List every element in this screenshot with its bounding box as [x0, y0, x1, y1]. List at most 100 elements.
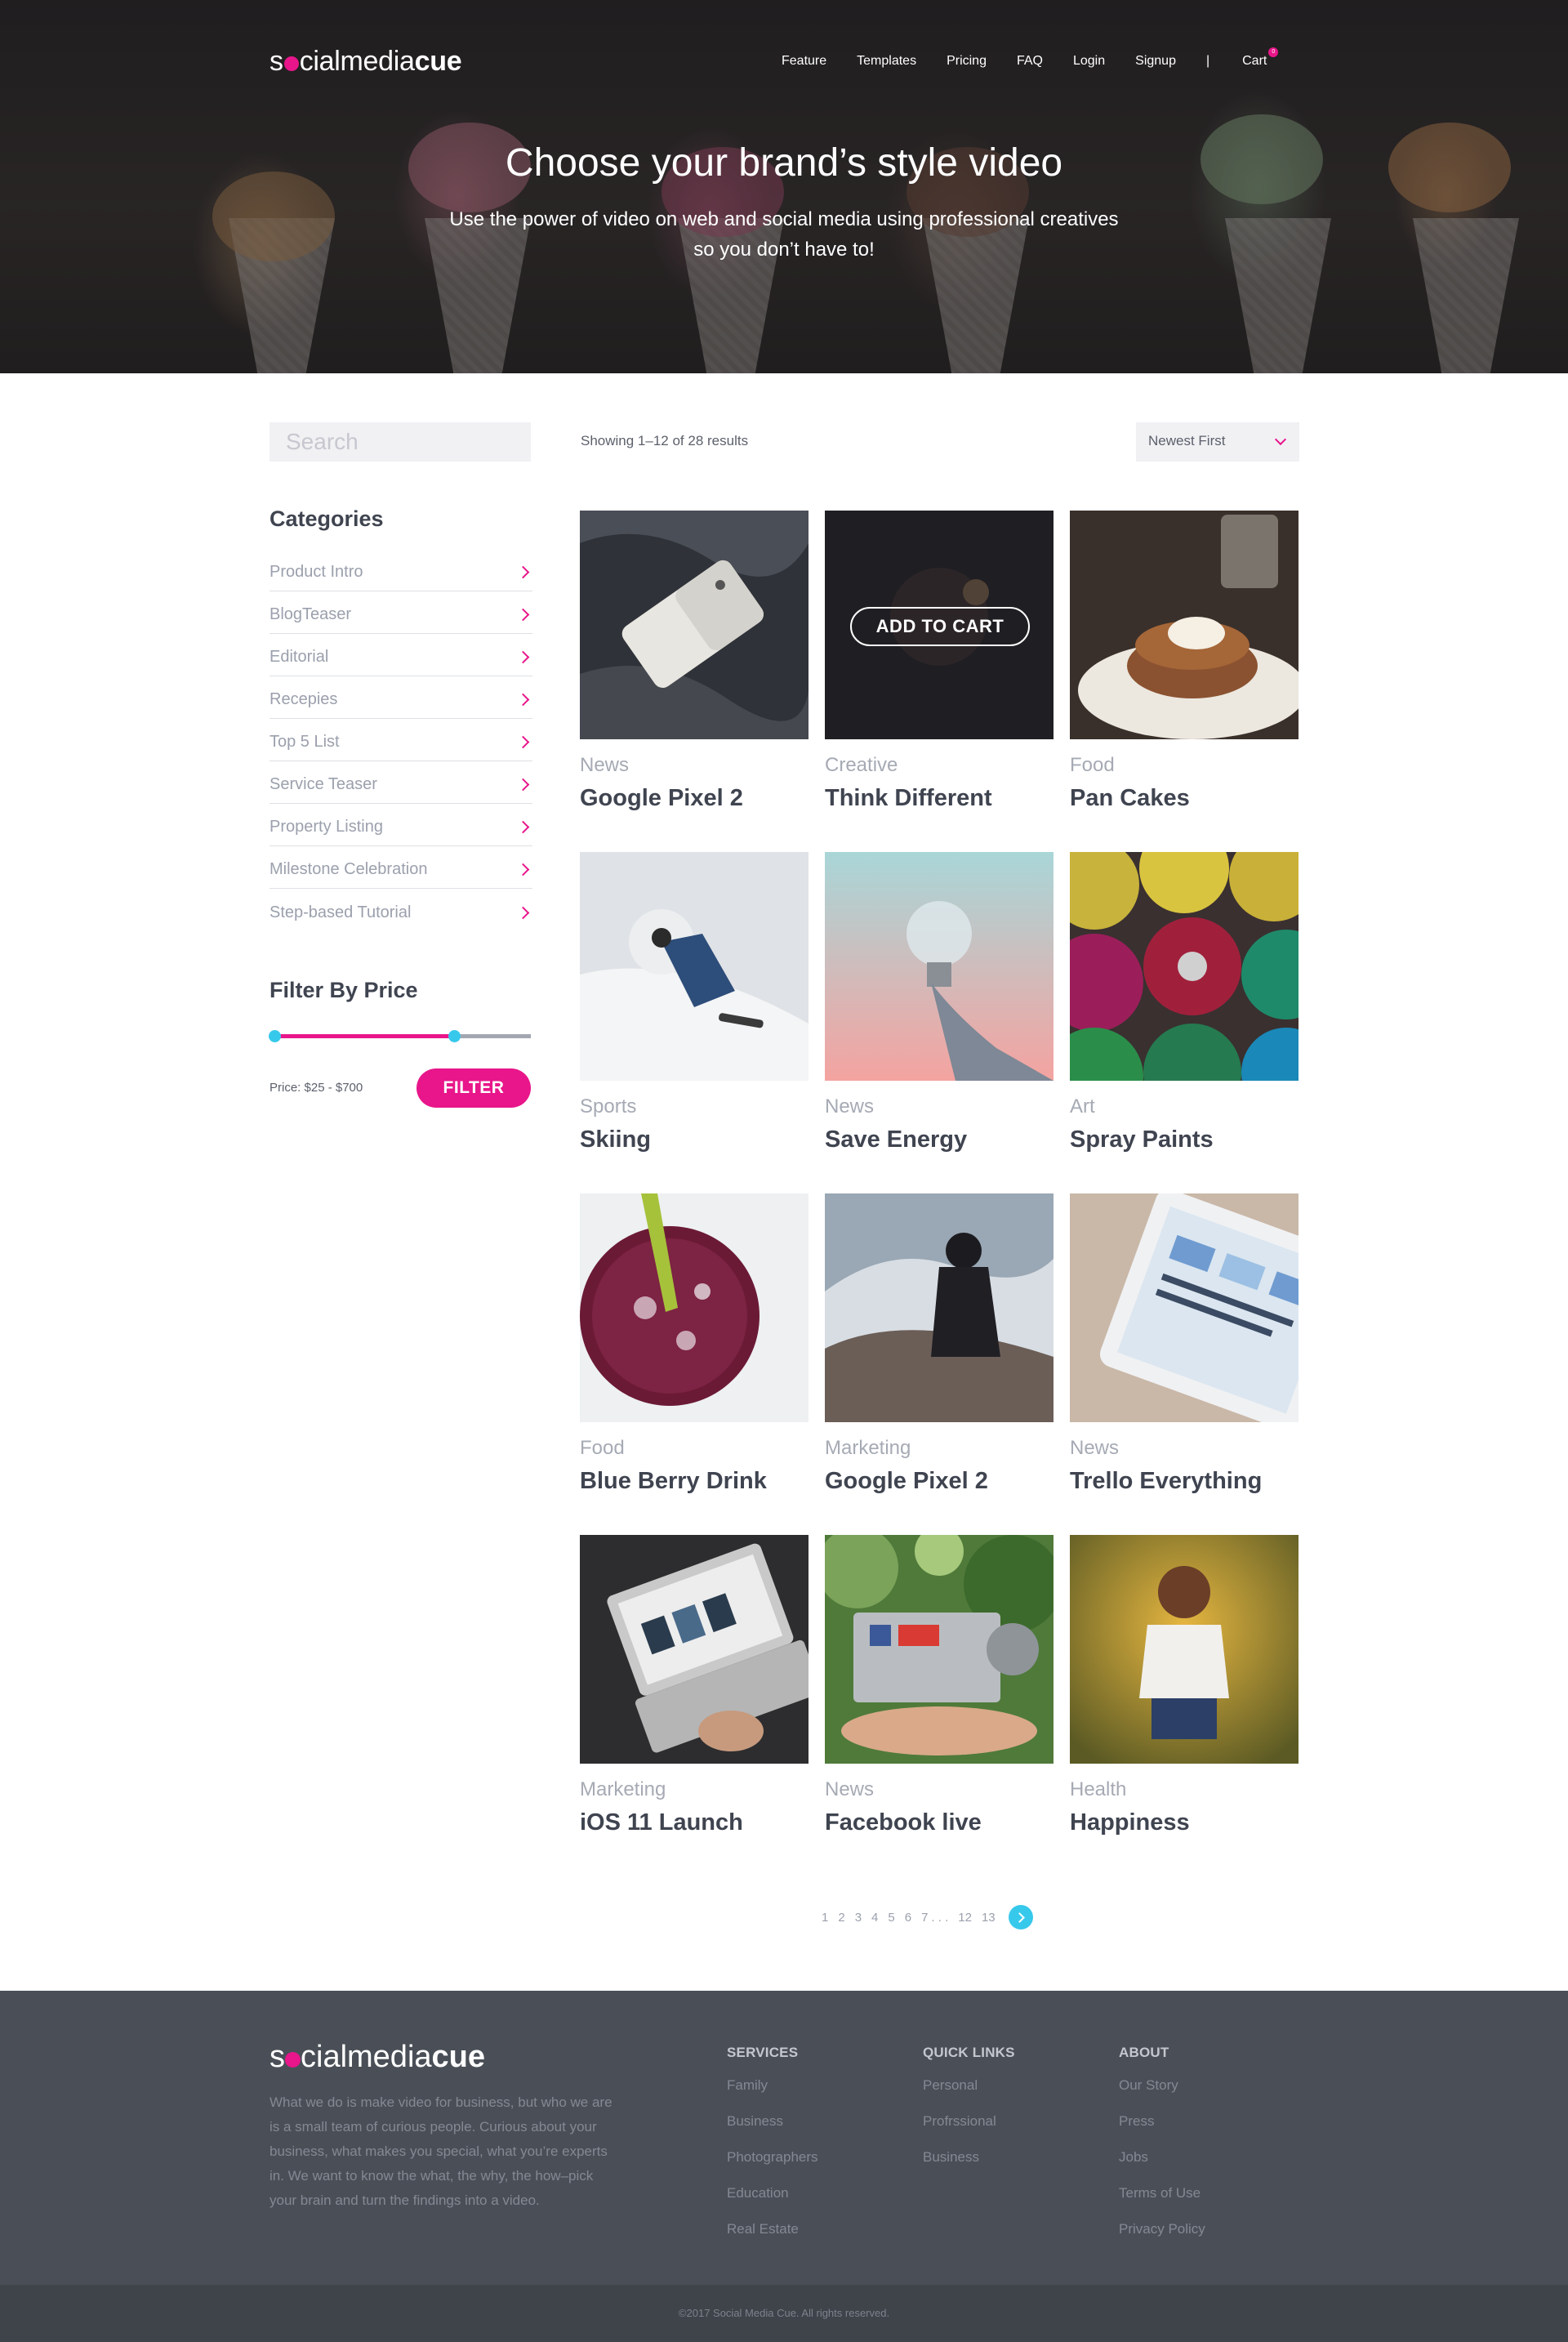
page-link[interactable]: 2 [838, 1911, 844, 1925]
footer-link[interactable]: Real Estate [727, 2221, 818, 2257]
nav-login[interactable]: Login [1073, 54, 1105, 69]
product-card[interactable]: Health Happiness [1070, 1535, 1298, 1836]
product-image[interactable] [1070, 852, 1298, 1081]
slider-max-handle[interactable] [448, 1030, 461, 1042]
nav-faq[interactable]: FAQ [1017, 54, 1043, 69]
footer-link[interactable]: Privacy Policy [1119, 2221, 1205, 2257]
product-title[interactable]: Facebook live [825, 1809, 982, 1836]
nav-pricing[interactable]: Pricing [947, 54, 987, 69]
product-title[interactable]: Happiness [1070, 1809, 1190, 1836]
category-item[interactable]: Recepies [270, 676, 532, 719]
product-card[interactable]: Food Blue Berry Drink [580, 1193, 808, 1494]
category-item[interactable]: Top 5 List [270, 719, 532, 761]
page-link[interactable]: 13 [982, 1911, 996, 1925]
category-item[interactable]: Milestone Celebration [270, 846, 532, 889]
footer-link[interactable]: Press [1119, 2113, 1205, 2149]
site-logo[interactable]: s cialmediacue [270, 46, 462, 78]
hero-title: Choose your brand’s style video [505, 141, 1063, 185]
product-image[interactable] [580, 852, 808, 1081]
category-item[interactable]: Product Intro [270, 549, 532, 591]
search-input[interactable] [270, 422, 531, 462]
product-image[interactable] [1070, 1535, 1298, 1764]
category-item[interactable]: Editorial [270, 634, 532, 676]
product-title[interactable]: Skiing [580, 1126, 651, 1153]
product-title[interactable]: Pan Cakes [1070, 785, 1190, 812]
product-card[interactable]: Art Spray Paints [1070, 852, 1298, 1153]
page-link[interactable]: 12 [958, 1911, 972, 1925]
product-image[interactable] [825, 1193, 1054, 1422]
footer-link[interactable]: Education [727, 2185, 818, 2221]
footer-heading: ABOUT [1119, 2045, 1169, 2060]
footer-logo[interactable]: s cialmediacue [270, 2040, 485, 2075]
product-card[interactable]: Marketing iOS 11 Launch [580, 1535, 808, 1836]
add-to-cart-button[interactable]: ADD TO CART [850, 607, 1030, 646]
filter-button[interactable]: FILTER [416, 1068, 531, 1108]
page-link[interactable]: 5 [888, 1911, 894, 1925]
chevron-right-icon [516, 735, 530, 749]
footer-description: What we do is make video for business, b… [270, 2094, 612, 2208]
product-category: Food [1070, 754, 1115, 776]
price-range-slider[interactable] [269, 1030, 531, 1042]
product-image[interactable] [580, 1535, 808, 1764]
product-title[interactable]: iOS 11 Launch [580, 1809, 743, 1836]
copyright: ©2017 Social Media Cue. All rights reser… [0, 2285, 1568, 2342]
nav-templates[interactable]: Templates [857, 54, 916, 69]
product-card[interactable]: News Google Pixel 2 [580, 511, 808, 811]
product-title[interactable]: Spray Paints [1070, 1126, 1214, 1153]
product-image[interactable]: ADD TO CART [825, 511, 1054, 739]
footer-link[interactable]: Personal [923, 2077, 1015, 2113]
category-item[interactable]: Step-based Tutorial [270, 889, 532, 931]
product-card[interactable]: ADD TO CART Creative Think Different [817, 502, 1062, 847]
footer-link[interactable]: Our Story [1119, 2077, 1205, 2113]
product-category: Sports [580, 1095, 637, 1117]
product-card[interactable]: Sports Skiing [580, 852, 808, 1153]
footer-link[interactable]: Jobs [1119, 2149, 1205, 2185]
category-list: Product Intro BlogTeaser Editorial Recep… [270, 549, 532, 931]
product-title[interactable]: Think Different [825, 785, 992, 812]
page-link[interactable]: 6 [905, 1911, 911, 1925]
next-page-button[interactable] [1008, 1905, 1033, 1929]
category-item[interactable]: Service Teaser [270, 761, 532, 804]
chevron-right-icon [516, 778, 530, 792]
product-image[interactable] [580, 1193, 808, 1422]
product-image[interactable] [1070, 1193, 1298, 1422]
chevron-right-icon [516, 693, 530, 707]
nav-signup[interactable]: Signup [1135, 54, 1176, 69]
product-title[interactable]: Google Pixel 2 [825, 1468, 988, 1495]
product-card[interactable]: News Trello Everything [1070, 1193, 1298, 1494]
product-image[interactable] [1070, 511, 1298, 739]
category-item[interactable]: Property Listing [270, 804, 532, 846]
footer-link[interactable]: Business [923, 2149, 1015, 2185]
footer-quick-links: QUICK LINKS Personal Profrssional Busine… [923, 2045, 1015, 2185]
footer-link[interactable]: Family [727, 2077, 818, 2113]
product-image[interactable] [825, 852, 1054, 1081]
page-link[interactable]: 3 [855, 1911, 862, 1925]
sort-select[interactable]: Newest First [1136, 422, 1299, 462]
chevron-right-icon [516, 863, 530, 877]
footer-link[interactable]: Terms of Use [1119, 2185, 1205, 2221]
product-card[interactable]: News Save Energy [825, 852, 1054, 1153]
footer-link[interactable]: Business [727, 2113, 818, 2149]
product-category: Art [1070, 1095, 1095, 1117]
product-image[interactable] [580, 511, 808, 739]
product-title[interactable]: Save Energy [825, 1126, 967, 1153]
page-link[interactable]: 4 [871, 1911, 878, 1925]
footer: s cialmediacue What we do is make video f… [0, 1991, 1568, 2285]
product-card[interactable]: Food Pan Cakes [1070, 511, 1298, 811]
footer-link[interactable]: Profrssional [923, 2113, 1015, 2149]
product-card[interactable]: News Facebook live [825, 1535, 1054, 1836]
product-card[interactable]: Marketing Google Pixel 2 [825, 1193, 1054, 1494]
category-item[interactable]: BlogTeaser [270, 591, 532, 634]
product-category: Marketing [825, 1437, 911, 1459]
nav-cart[interactable]: Cart 0 [1242, 47, 1279, 69]
product-title[interactable]: Google Pixel 2 [580, 785, 743, 812]
product-title[interactable]: Trello Everything [1070, 1468, 1262, 1495]
product-title[interactable]: Blue Berry Drink [580, 1468, 767, 1495]
product-category: News [1070, 1437, 1120, 1459]
footer-link[interactable]: Photographers [727, 2149, 818, 2185]
slider-min-handle[interactable] [269, 1030, 281, 1042]
nav-feature[interactable]: Feature [782, 54, 826, 69]
page-link[interactable]: 7 [921, 1911, 928, 1925]
page-link[interactable]: 1 [822, 1911, 828, 1925]
product-image[interactable] [825, 1535, 1054, 1764]
